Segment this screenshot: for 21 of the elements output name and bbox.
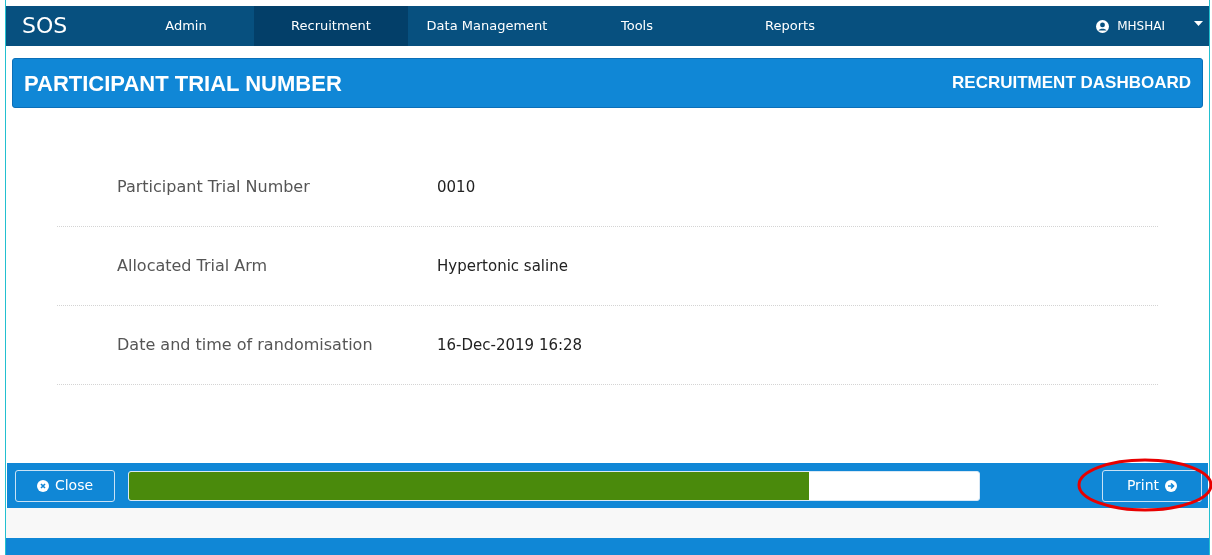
- dropdown-caret-icon[interactable]: [1194, 21, 1203, 26]
- field-value: Hypertonic saline: [437, 255, 568, 277]
- user-icon: [1096, 19, 1110, 33]
- nav-tab[interactable]: Recruitment: [254, 6, 408, 46]
- arrow-circle-icon: [1165, 479, 1178, 492]
- field-label: Participant Trial Number: [116, 176, 311, 198]
- nav-tab[interactable]: Tools: [566, 6, 708, 46]
- dashboard-link[interactable]: RECRUITMENT DASHBOARD: [952, 70, 1191, 96]
- page-title: PARTICIPANT TRIAL NUMBER: [24, 69, 342, 98]
- user-menu[interactable]: MHSHAI: [1117, 17, 1165, 35]
- nav-tab[interactable]: Data Management: [408, 6, 566, 46]
- print-button[interactable]: Print: [1102, 469, 1202, 502]
- field-label: Allocated Trial Arm: [116, 255, 269, 277]
- nav-tab[interactable]: Reports: [708, 6, 872, 46]
- nav-tab[interactable]: Admin: [118, 6, 254, 46]
- field-label: Date and time of randomisation: [116, 334, 374, 356]
- field-value: 0010: [437, 176, 476, 198]
- brand-logo[interactable]: SOS: [6, 6, 118, 46]
- close-button[interactable]: Close: [15, 469, 115, 502]
- close-circle-icon: [36, 479, 49, 492]
- field-value: 16-Dec-2019 16:28: [437, 334, 583, 356]
